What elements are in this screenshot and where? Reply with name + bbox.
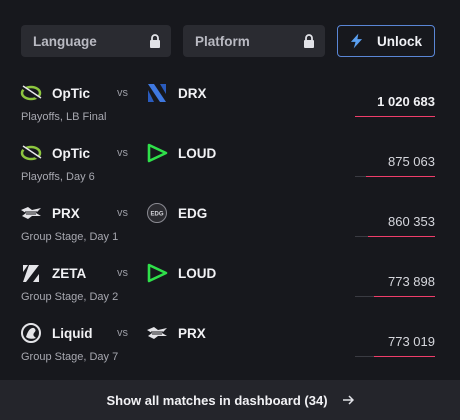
team-a: PRX <box>20 202 80 224</box>
team-b-name: PRX <box>178 325 206 341</box>
viewers-bar-fill <box>374 296 435 297</box>
team-a: Liquid <box>20 322 93 344</box>
show-all-matches-label: Show all matches in dashboard (34) <box>106 392 328 408</box>
team-b: LOUD <box>146 142 216 164</box>
vs-label: vs <box>117 87 128 99</box>
match-row[interactable]: PRX vs EDG EDG Group Stage, Day 1 860 35… <box>0 196 460 256</box>
team-a-name: ZETA <box>52 265 87 281</box>
team-b-name: DRX <box>178 85 207 101</box>
liquid-logo <box>20 322 42 344</box>
match-row[interactable]: Liquid vs PRX Group Stage, Day 7 773 019 <box>0 316 460 376</box>
language-filter-button[interactable]: Language <box>21 25 171 57</box>
team-b: LOUD <box>146 262 216 284</box>
vs-label: vs <box>117 147 128 159</box>
lock-icon <box>150 34 160 48</box>
team-b-name: LOUD <box>178 145 217 161</box>
viewers-bar-fill <box>374 356 435 357</box>
unlock-button[interactable]: Unlock <box>337 25 435 57</box>
match-stage: Group Stage, Day 7 <box>21 351 119 363</box>
arrow-right-icon <box>342 395 354 405</box>
team-b-name: EDG <box>178 205 208 221</box>
match-row[interactable]: OpTic vs LOUD Playoffs, Day 6 875 063 <box>0 136 460 196</box>
peak-viewers: 1 020 683 <box>377 94 435 109</box>
peak-viewers: 860 353 <box>388 214 435 229</box>
optic-logo <box>20 142 42 164</box>
viewers-bar-fill <box>355 116 435 117</box>
peak-viewers: 773 019 <box>388 334 435 349</box>
team-a: OpTic <box>20 82 90 104</box>
show-all-matches-link[interactable]: Show all matches in dashboard (34) <box>0 380 460 420</box>
prx-logo <box>20 202 42 224</box>
team-a-name: PRX <box>52 205 80 221</box>
viewers-bar <box>355 356 435 357</box>
match-row[interactable]: OpTic vs DRX Playoffs, LB Final 1 020 68… <box>0 76 460 136</box>
language-filter-label: Language <box>33 33 97 49</box>
team-b-name: LOUD <box>178 265 217 281</box>
team-a-name: Liquid <box>52 325 93 341</box>
vs-label: vs <box>117 207 128 219</box>
match-list: OpTic vs DRX Playoffs, LB Final 1 020 68… <box>0 76 460 376</box>
svg-text:EDG: EDG <box>150 212 163 218</box>
peak-viewers: 773 898 <box>388 274 435 289</box>
viewers-bar <box>355 236 435 237</box>
team-a-name: OpTic <box>52 145 91 161</box>
viewers-bar <box>355 116 435 117</box>
team-a: OpTic <box>20 142 90 164</box>
prx-logo <box>146 322 168 344</box>
unlock-label: Unlock <box>376 33 422 49</box>
vs-label: vs <box>117 327 128 339</box>
platform-filter-label: Platform <box>195 33 250 49</box>
loud-logo <box>146 142 168 164</box>
team-b: EDG EDG <box>146 202 207 224</box>
viewers-bar-fill <box>368 236 435 237</box>
team-a-name: OpTic <box>52 85 91 101</box>
match-stage: Group Stage, Day 1 <box>21 231 119 243</box>
viewers-bar-fill <box>366 176 435 177</box>
viewers-bar <box>355 296 435 297</box>
platform-filter-button[interactable]: Platform <box>183 25 325 57</box>
viewers-bar <box>355 176 435 177</box>
edg-logo: EDG <box>146 202 168 224</box>
peak-viewers: 875 063 <box>388 154 435 169</box>
team-b: PRX <box>146 322 206 344</box>
match-row[interactable]: ZETA vs LOUD Group Stage, Day 2 773 898 <box>0 256 460 316</box>
match-stage: Group Stage, Day 2 <box>21 291 119 303</box>
loud-logo <box>146 262 168 284</box>
lock-icon <box>304 34 314 48</box>
match-stage: Playoffs, Day 6 <box>21 171 95 183</box>
team-b: DRX <box>146 82 207 104</box>
bolt-icon <box>350 33 363 49</box>
vs-label: vs <box>117 267 128 279</box>
filter-bar: Language Platform Unlock <box>21 25 435 57</box>
optic-logo <box>20 82 42 104</box>
zeta-logo <box>20 262 42 284</box>
team-a: ZETA <box>20 262 86 284</box>
match-stage: Playoffs, LB Final <box>21 111 107 123</box>
drx-logo <box>146 82 168 104</box>
